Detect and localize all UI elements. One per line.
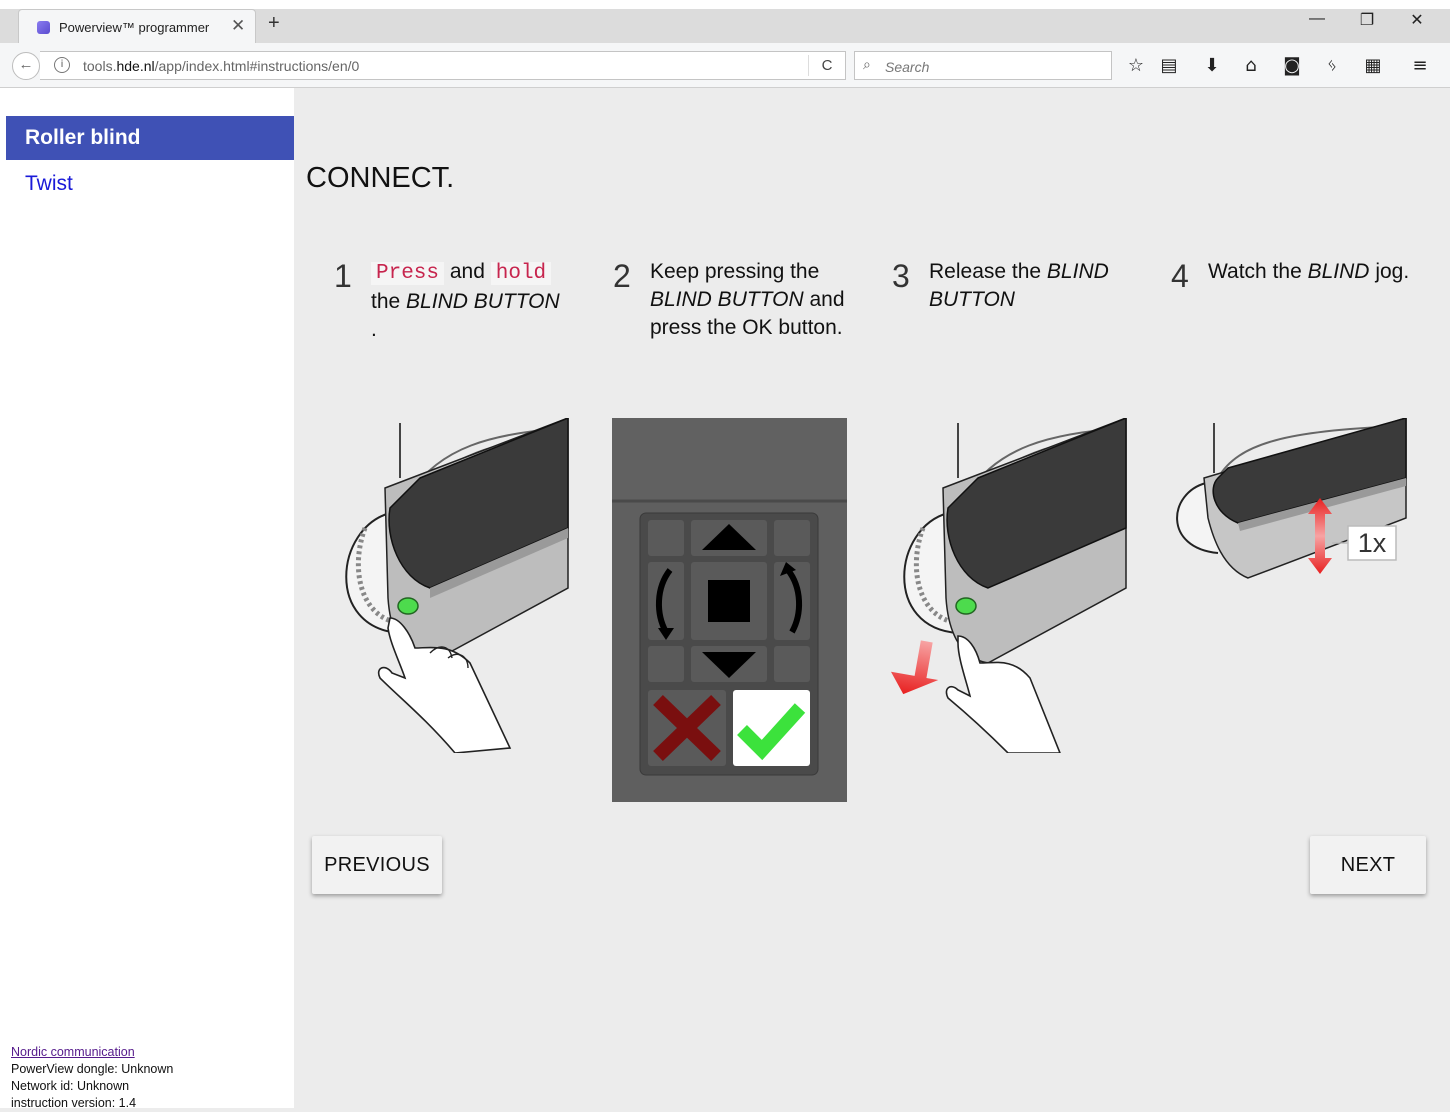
step-text: Release the BLIND BUTTON: [929, 260, 1109, 311]
press-blind-button-illustration: [345, 418, 569, 753]
step-number: 2: [613, 258, 631, 294]
sidebar-item-roller-blind[interactable]: Roller blind: [6, 116, 294, 160]
minimize-button[interactable]: —: [1297, 10, 1337, 28]
reload-button[interactable]: C: [808, 55, 845, 76]
jog-count-label: 1x: [1358, 528, 1387, 558]
step-number: 1: [334, 258, 352, 294]
reading-list-icon[interactable]: ▤: [1155, 53, 1183, 79]
download-icon[interactable]: ⬇: [1198, 53, 1226, 79]
new-tab-button[interactable]: +: [268, 13, 280, 33]
network-status: Network id: Unknown: [11, 1079, 130, 1093]
release-blind-button-illustration: [890, 418, 1127, 753]
tab-title: Powerview™ programmer: [59, 20, 210, 35]
next-button[interactable]: NEXT: [1310, 836, 1426, 894]
nordic-communication-link[interactable]: Nordic communication: [11, 1045, 135, 1059]
extension-icon[interactable]: ᛃ: [1318, 53, 1346, 79]
sidebar-item-twist[interactable]: Twist: [6, 162, 294, 206]
step-number: 3: [892, 258, 910, 294]
tab-close-icon[interactable]: ✕: [231, 16, 245, 36]
sidebar: Roller blind Twist: [0, 88, 294, 1108]
step-number: 4: [1171, 258, 1189, 294]
tab-strip: Powerview™ programmer ✕ + — ❐ ✕: [0, 0, 1450, 43]
qr-code-icon[interactable]: ▦: [1359, 53, 1387, 79]
navigation-toolbar: ← i tools.hde.nl/app/index.html#instruct…: [0, 43, 1450, 88]
close-window-button[interactable]: ✕: [1397, 10, 1437, 30]
search-placeholder: Search: [885, 59, 930, 75]
remote-ok-button-illustration: [612, 418, 847, 802]
restore-button[interactable]: ❐: [1347, 10, 1387, 30]
step-text: Watch the BLIND jog.: [1208, 260, 1410, 283]
previous-button[interactable]: PREVIOUS: [312, 836, 442, 894]
blind-jog-illustration: 1x: [1176, 418, 1407, 579]
search-input[interactable]: ⌕ Search: [854, 51, 1112, 80]
step-text: Press and hold the BLIND BUTTON.: [371, 260, 560, 341]
back-button[interactable]: ←: [12, 52, 40, 80]
pocket-icon[interactable]: ◙: [1278, 53, 1306, 79]
status-panel: Nordic communication PowerView dongle: U…: [11, 1044, 173, 1112]
address-bar[interactable]: i tools.hde.nl/app/index.html#instructio…: [40, 51, 846, 80]
page-title: CONNECT.: [306, 162, 455, 194]
step-text: Keep pressing the BLIND BUTTON and press…: [650, 260, 845, 339]
home-icon[interactable]: ⌂: [1237, 53, 1265, 79]
star-icon[interactable]: ☆: [1122, 53, 1150, 79]
title-bar: [0, 0, 1450, 9]
browser-tab[interactable]: Powerview™ programmer ✕: [18, 9, 256, 43]
favicon-icon: [37, 21, 50, 34]
search-icon: ⌕: [863, 56, 871, 72]
menu-icon[interactable]: ≡: [1406, 53, 1434, 79]
dongle-status: PowerView dongle: Unknown: [11, 1062, 174, 1076]
site-info-icon[interactable]: i: [54, 57, 70, 73]
url-text[interactable]: tools.hde.nl/app/index.html#instructions…: [83, 58, 359, 74]
